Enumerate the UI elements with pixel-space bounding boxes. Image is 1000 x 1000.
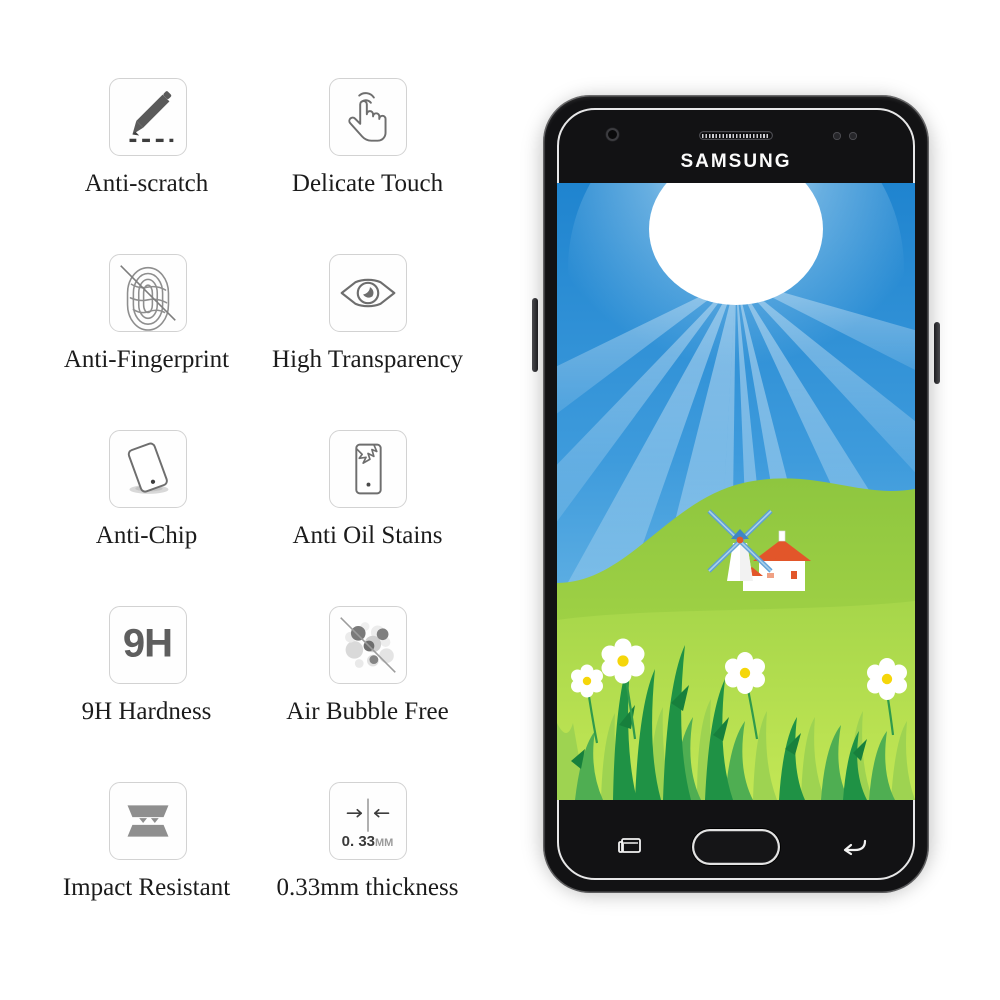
feature-label: Anti-Chip bbox=[95, 522, 198, 549]
feature-row: Anti-Fingerprint High Transparency bbox=[40, 254, 490, 430]
feature-list: Anti-scratch Delicate Touch Anti-Fingerp… bbox=[40, 78, 490, 958]
feature-label: Anti-scratch bbox=[84, 170, 209, 197]
feature-item-impact-resistant: Impact Resistant bbox=[40, 782, 255, 902]
phone-screen[interactable] bbox=[557, 183, 915, 800]
thickness-unit: MM bbox=[375, 837, 394, 849]
light-sensor-icon bbox=[849, 132, 857, 140]
thickness-value: 0. 33 bbox=[341, 833, 376, 850]
eye-icon bbox=[328, 254, 407, 332]
feature-item-anti-fingerprint: Anti-Fingerprint bbox=[40, 254, 255, 374]
feature-row: Impact Resistant 0. 33MM 0.33mm thicknes… bbox=[40, 782, 490, 958]
layers-impact-icon bbox=[108, 782, 187, 860]
feature-label: Delicate Touch bbox=[291, 170, 444, 197]
feature-item-anti-scratch: Anti-scratch bbox=[40, 78, 255, 198]
earpiece-speaker-icon bbox=[699, 131, 773, 140]
thickness-arrows-icon: 0. 33MM bbox=[328, 782, 407, 860]
feature-label: Anti Oil Stains bbox=[292, 522, 443, 549]
phone-bezel: SAMSUNG bbox=[543, 95, 929, 893]
feature-item-9h-hardness: 9H 9H Hardness bbox=[40, 606, 255, 726]
feature-label: Anti-Fingerprint bbox=[63, 346, 230, 373]
samsung-brand-logo: SAMSUNG bbox=[680, 151, 792, 172]
feature-label: High Transparency bbox=[272, 346, 463, 373]
feature-item-delicate-touch: Delicate Touch bbox=[260, 78, 475, 198]
phone-crack-icon bbox=[328, 430, 407, 508]
feature-row: 9H 9H Hardness Air Bubble Free bbox=[40, 606, 490, 782]
hardness-9h-icon: 9H bbox=[108, 606, 187, 684]
touch-hand-icon bbox=[328, 78, 407, 156]
feature-label: 0.33mm thickness bbox=[276, 874, 459, 901]
power-key[interactable] bbox=[934, 322, 940, 384]
proximity-sensor-icon bbox=[833, 132, 841, 140]
feature-label: Impact Resistant bbox=[62, 874, 231, 901]
feature-item-thickness: 0. 33MM 0.33mm thickness bbox=[260, 782, 475, 902]
recents-icon[interactable] bbox=[615, 836, 645, 858]
back-arrow-icon[interactable] bbox=[839, 836, 869, 858]
thickness-readout: 0. 33MM bbox=[330, 833, 406, 850]
hardness-value: 9H bbox=[122, 621, 173, 666]
feature-item-anti-chip: Anti-Chip bbox=[40, 430, 255, 550]
feature-label: Air Bubble Free bbox=[286, 698, 449, 725]
feature-item-high-transparency: High Transparency bbox=[260, 254, 475, 374]
front-camera-icon bbox=[606, 128, 619, 141]
feature-label: 9H Hardness bbox=[81, 698, 212, 725]
feature-item-anti-oil-stains: Anti Oil Stains bbox=[260, 430, 475, 550]
bubbles-slash-icon bbox=[328, 606, 407, 684]
phone-tilt-icon bbox=[108, 430, 187, 508]
volume-key[interactable] bbox=[532, 298, 538, 372]
home-button[interactable] bbox=[692, 829, 780, 865]
speaker-mesh bbox=[702, 133, 770, 138]
fingerprint-slash-icon bbox=[108, 254, 187, 332]
feature-row: Anti-Chip Anti Oil Stains bbox=[40, 430, 490, 606]
feature-row: Anti-scratch Delicate Touch bbox=[40, 78, 490, 254]
samsung-phone-mockup: SAMSUNG bbox=[532, 86, 940, 902]
feature-item-air-bubble-free: Air Bubble Free bbox=[260, 606, 475, 726]
pen-scratch-icon bbox=[108, 78, 187, 156]
